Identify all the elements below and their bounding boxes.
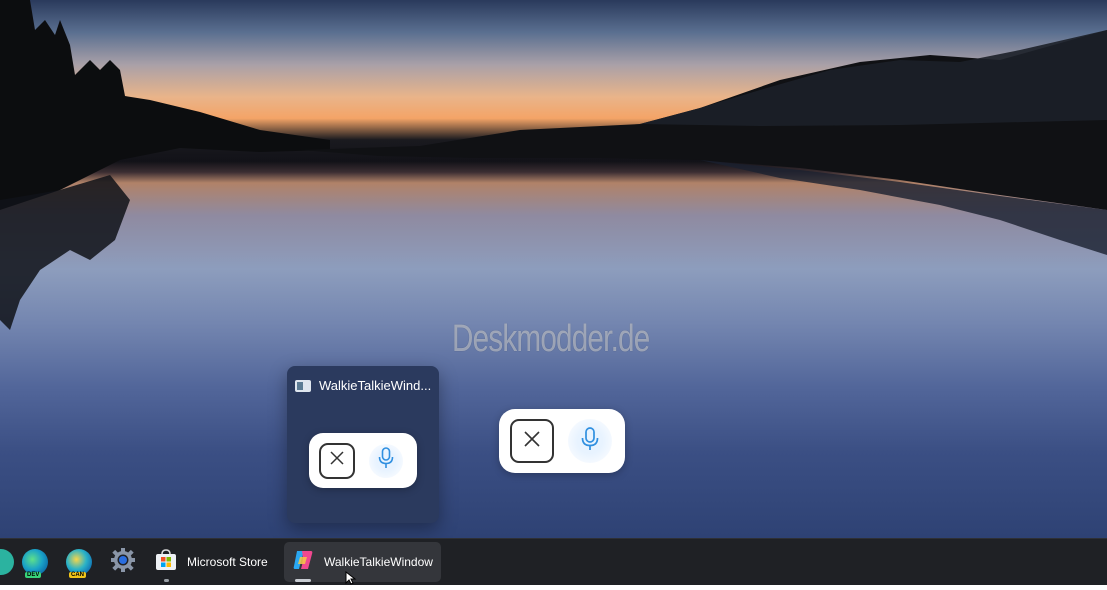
store-running-indicator <box>164 579 169 582</box>
watermark-text: Deskmodder.de <box>452 318 650 360</box>
store-label: Microsoft Store <box>187 555 268 569</box>
walkietalkie-running-indicator <box>295 579 311 582</box>
preview-close-button[interactable] <box>319 442 355 479</box>
taskbar: DEV CAN Microsoft Store WalkieTalkieWind… <box>0 538 1107 585</box>
walkie-talkie-window <box>499 409 625 473</box>
microphone-icon <box>581 426 599 456</box>
edge-canary-icon: CAN <box>66 549 92 578</box>
taskbar-settings[interactable] <box>110 544 136 580</box>
mouse-cursor-icon <box>345 570 357 590</box>
app-window-icon <box>295 379 311 392</box>
microphone-icon <box>378 447 394 474</box>
app-icon <box>0 549 14 575</box>
walkietalkie-label: WalkieTalkieWindow <box>324 555 433 569</box>
taskbar-edge-dev[interactable]: DEV <box>22 544 48 580</box>
taskbar-edge-canary[interactable]: CAN <box>66 544 92 580</box>
close-icon <box>330 451 344 470</box>
taskbar-partial-icon[interactable] <box>0 544 14 580</box>
preview-title-bar: WalkieTalkieWind... <box>295 378 435 393</box>
edge-dev-icon: DEV <box>22 549 48 578</box>
preview-walkie-talkie-pill <box>309 433 417 488</box>
canary-badge: CAN <box>69 572 86 578</box>
copilot-app-icon <box>292 549 314 576</box>
gear-icon <box>110 547 136 578</box>
close-button[interactable] <box>510 419 554 463</box>
desktop-wallpaper: Deskmodder.de WalkieTalkieWind... <box>0 0 1107 538</box>
taskbar-walkietalkie[interactable]: WalkieTalkieWindow <box>292 544 433 580</box>
taskbar-microsoft-store[interactable]: Microsoft Store <box>155 544 268 580</box>
dev-badge: DEV <box>25 572 42 578</box>
close-icon <box>523 430 541 453</box>
taskbar-thumbnail-preview[interactable]: WalkieTalkieWind... <box>287 366 439 523</box>
store-icon <box>155 548 177 576</box>
mic-button[interactable] <box>568 419 612 463</box>
preview-title: WalkieTalkieWind... <box>319 378 432 393</box>
preview-mic-button[interactable] <box>369 443 403 478</box>
